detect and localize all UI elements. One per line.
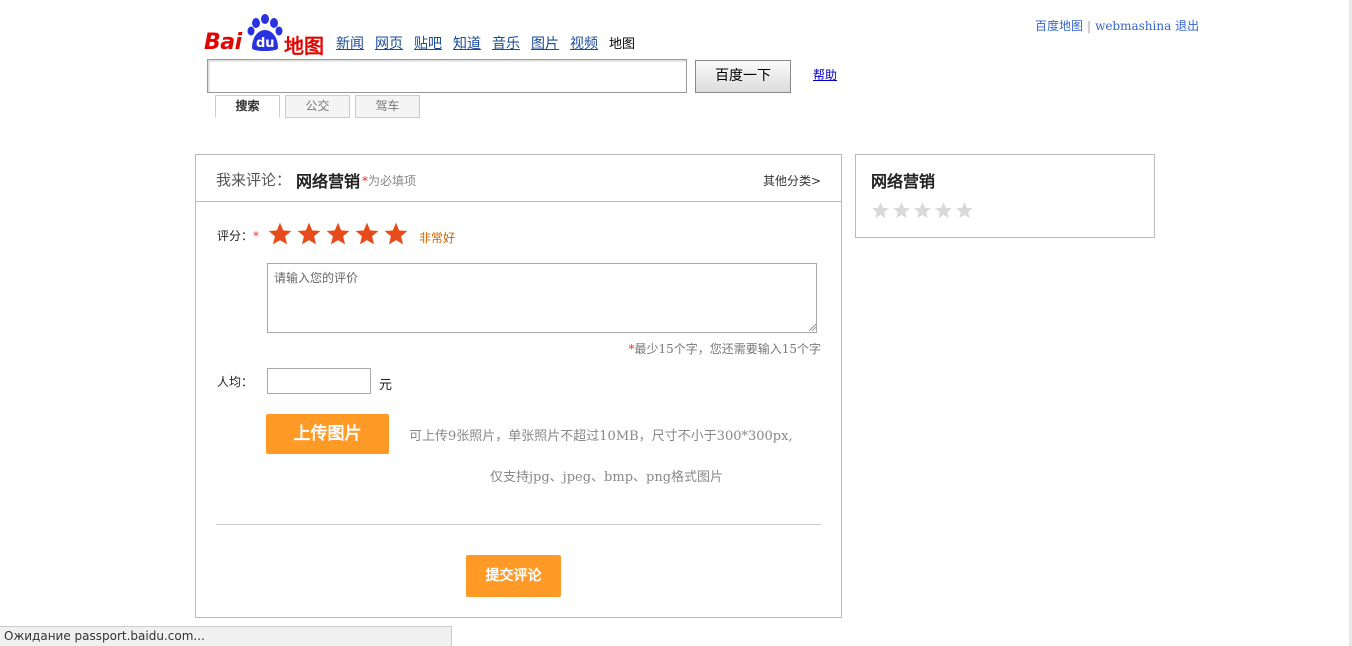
- logo-du-text: du: [256, 36, 275, 51]
- upload-note-1: 可上传9张照片，单张照片不超过10MB，尺寸不小于300*300px,: [409, 429, 793, 444]
- price-label: 人均：: [217, 375, 254, 389]
- required-note-text: 为必填项: [368, 174, 417, 188]
- nav-map-current: 地图: [609, 37, 636, 52]
- submit-review-button[interactable]: 提交评论: [466, 555, 561, 597]
- price-unit: 元: [379, 378, 393, 393]
- star-empty-icon: [893, 202, 910, 219]
- star-empty-icon: [935, 202, 952, 219]
- place-name: 网络营销: [296, 172, 361, 191]
- nav-web[interactable]: 网页: [375, 36, 403, 52]
- char-count-hint: *最少15个字，您还需要输入15个字: [628, 340, 821, 357]
- browser-status-bar: Ожидание passport.baidu.com...: [0, 626, 452, 646]
- search-input[interactable]: [207, 59, 687, 93]
- star-filled-icon[interactable]: [383, 221, 409, 247]
- side-place-name: 网络营销: [871, 172, 936, 191]
- tab-search[interactable]: 搜索: [215, 95, 280, 118]
- rating-text: 非常好: [419, 231, 456, 245]
- upload-image-button[interactable]: 上传图片: [266, 414, 389, 454]
- star-filled-icon[interactable]: [354, 221, 380, 247]
- price-input[interactable]: [267, 368, 371, 394]
- resize-grip-icon[interactable]: [808, 323, 816, 331]
- review-textarea[interactable]: 请输入您的评价: [267, 263, 817, 333]
- logout-link[interactable]: 退出: [1175, 19, 1199, 33]
- nav-tieba[interactable]: 贴吧: [414, 36, 442, 52]
- search-button[interactable]: 百度一下: [695, 60, 791, 93]
- star-filled-icon[interactable]: [296, 221, 322, 247]
- place-summary-panel: 网络营销: [855, 154, 1155, 238]
- other-categories-link[interactable]: 其他分类>: [763, 172, 821, 189]
- map-home-link[interactable]: 百度地图: [1035, 19, 1083, 33]
- separator: |: [1087, 19, 1092, 33]
- star-empty-icon: [956, 202, 973, 219]
- star-filled-icon[interactable]: [267, 221, 293, 247]
- nav-images[interactable]: 图片: [531, 36, 559, 52]
- rating-label-text: 评分：: [217, 229, 254, 243]
- nav-zhidao[interactable]: 知道: [453, 36, 481, 52]
- required-note: *为必填项: [362, 172, 416, 189]
- top-nav: 新闻 网页 贴吧 知道 音乐 图片 视频 地图: [336, 33, 635, 53]
- upload-note-2: 仅支持jpg、jpeg、bmp、png格式图片: [490, 470, 724, 485]
- tab-drive[interactable]: 驾车: [355, 95, 420, 118]
- tab-transit[interactable]: 公交: [285, 95, 350, 118]
- nav-news[interactable]: 新闻: [336, 36, 364, 52]
- nav-music[interactable]: 音乐: [492, 36, 520, 52]
- username-link[interactable]: webmashina: [1095, 19, 1171, 33]
- rating-required-star: *: [253, 229, 260, 243]
- rating-label: 评分：*: [217, 227, 259, 244]
- hint-text: 最少15个字，您还需要输入15个字: [634, 342, 821, 356]
- review-panel-header: 我来评论： 网络营销 *为必填项 其他分类>: [196, 155, 841, 202]
- user-links: 百度地图 | webmashina 退出: [1035, 17, 1199, 34]
- divider: [216, 524, 821, 525]
- help-link[interactable]: 帮助: [813, 66, 837, 83]
- star-empty-icon: [914, 202, 931, 219]
- logo-ditu-text: 地图: [284, 34, 324, 58]
- review-panel: 我来评论： 网络营销 *为必填项 其他分类> 评分：* 非常好 请输入您的评价 …: [195, 154, 842, 618]
- review-header-label: 我来评论：: [216, 171, 292, 189]
- star-empty-icon: [872, 202, 889, 219]
- baidu-map-logo[interactable]: Bai du 地图: [204, 14, 324, 58]
- star-filled-icon[interactable]: [325, 221, 351, 247]
- nav-video[interactable]: 视频: [570, 36, 598, 52]
- logo-bai-text: Bai: [204, 30, 242, 55]
